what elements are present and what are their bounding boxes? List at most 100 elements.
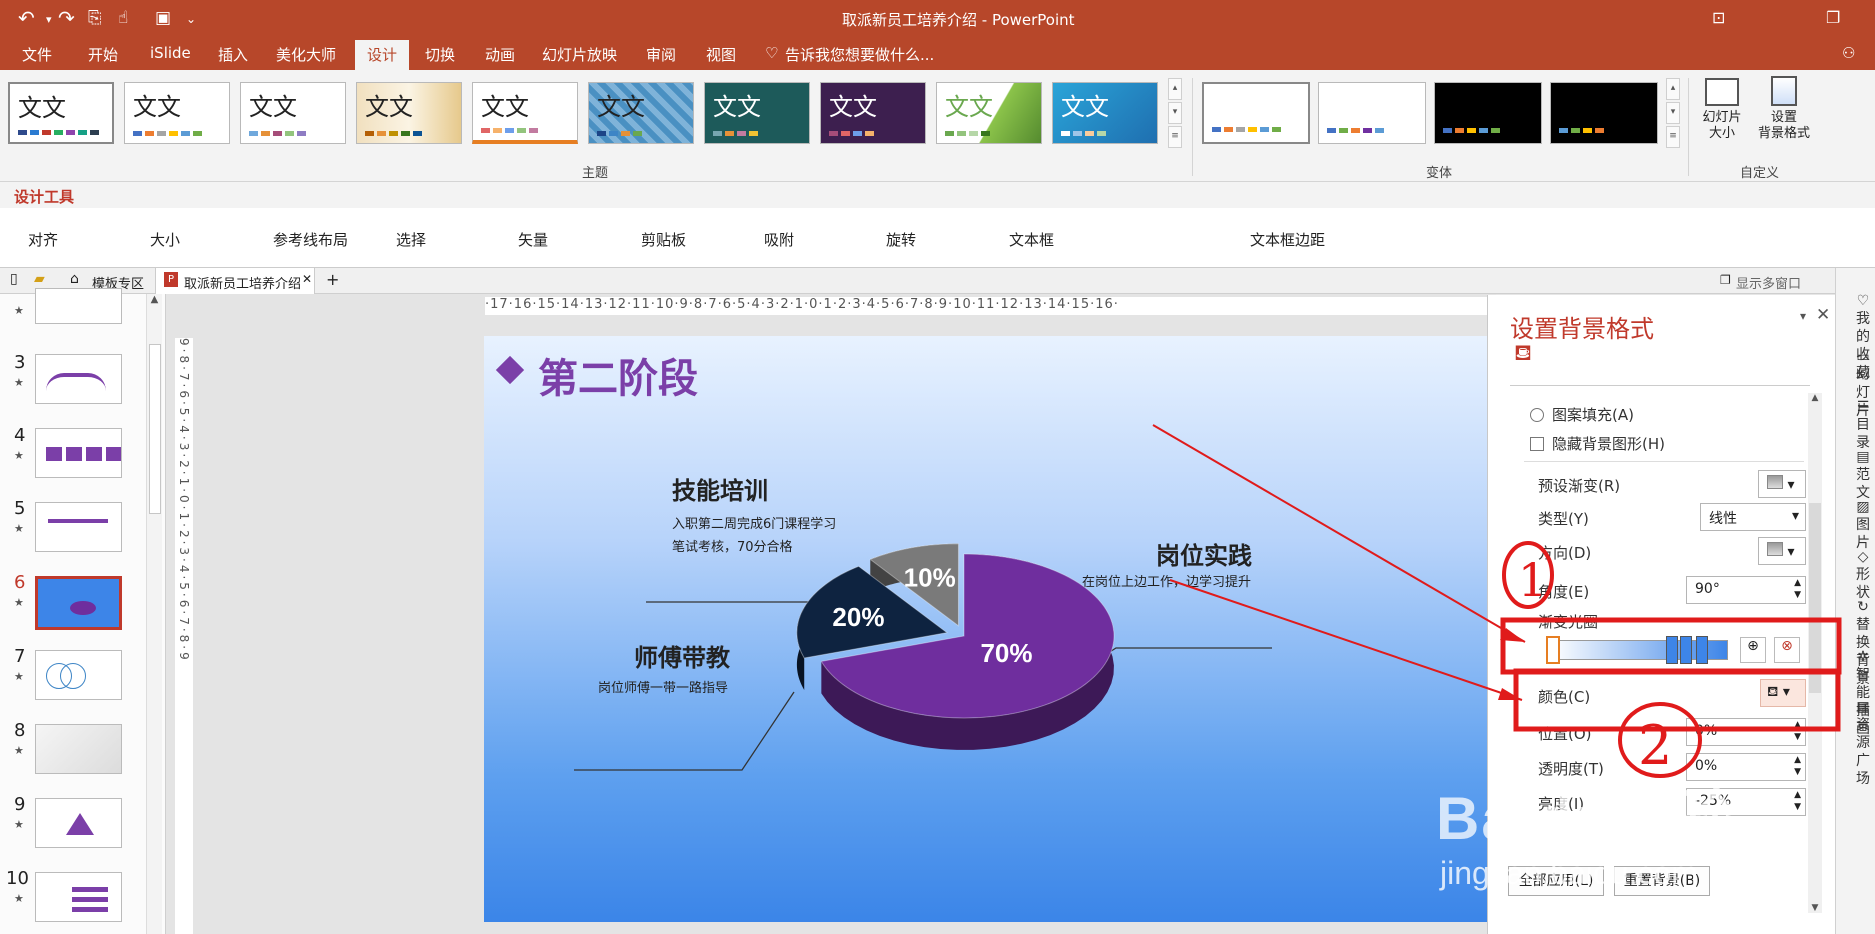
add-tab-icon[interactable]: + [326,270,339,289]
themes-scroll-up-icon[interactable]: ▴ [1168,78,1182,100]
ribbon-display-icon[interactable]: ⊡ [1712,8,1725,27]
scroll-up-icon[interactable]: ▲ [1808,393,1822,403]
menu-animations[interactable]: 动画 [485,44,515,65]
menu-design[interactable]: 设计 [355,40,410,71]
tool-clipboard[interactable]: 剪贴板 [641,229,686,250]
right-strip-item[interactable]: ▨ 图片 [1850,498,1875,552]
customize-toolbar-icon[interactable]: ⌄ [186,12,196,26]
panel-scroll-thumb[interactable] [1809,503,1821,693]
right-strip-item[interactable]: ▦ 资源广场 [1850,698,1875,788]
tab-document[interactable]: P 取派新员工培养介绍 ✕ [155,268,315,294]
new-doc-icon[interactable]: ▯ [10,271,18,287]
theme-3[interactable]: 文文 [240,82,346,144]
menu-home[interactable]: 开始 [88,44,118,65]
spinner-icon[interactable]: ▲ ▼ [1794,577,1801,601]
tool-rotate[interactable]: 旋转 [886,229,916,250]
panel-options-icon[interactable]: ▾ [1800,309,1806,323]
slide-size-button[interactable]: 幻灯片 大小 [1697,76,1747,158]
color-picker-button[interactable]: ⛾ ▾ [1760,679,1806,707]
menu-view[interactable]: 视图 [706,44,736,65]
slide-thumbnail-10[interactable] [35,872,122,922]
slide-thumbnail-4[interactable] [35,428,122,478]
menu-file[interactable]: 文件 [22,44,52,65]
variants-scroll-down-icon[interactable]: ▾ [1666,102,1680,124]
slide-thumbnail-6-selected[interactable] [35,576,122,630]
remove-stop-icon[interactable]: ⊗ [1774,637,1800,663]
position-input[interactable]: 0% ▲ ▼ [1686,718,1806,746]
quick-tool-icon[interactable]: ⎘ [88,8,102,28]
menu-insert[interactable]: 插入 [218,44,248,65]
menu-slideshow[interactable]: 幻灯片放映 [542,44,617,65]
theme-6[interactable]: 文文 [588,82,694,144]
variant-4[interactable] [1550,82,1658,144]
format-background-button[interactable]: 设置 背景格式 [1752,76,1816,158]
gradient-stop-3[interactable] [1680,636,1692,664]
scroll-down-icon[interactable]: ▼ [1808,903,1822,913]
spinner-icon[interactable]: ▲ ▼ [1794,789,1801,813]
variants-more-icon[interactable]: ≡ [1666,126,1680,148]
tool-snap[interactable]: 吸附 [764,229,794,250]
tell-me-search[interactable]: 告诉我您想要做什么... [785,44,934,65]
multi-window-button[interactable]: 显示多窗口 [1736,273,1801,292]
undo-icon[interactable]: ↶ [18,6,35,30]
gradient-stop-1[interactable] [1546,636,1560,664]
slide-thumbnail-7[interactable] [35,650,122,700]
scroll-up-icon[interactable]: ▲ [147,294,162,305]
menu-islide[interactable]: iSlide [150,44,191,62]
menu-beautify[interactable]: 美化大师 [276,44,336,65]
theme-4[interactable]: 文文 [356,82,462,144]
gradient-stop-2[interactable] [1666,636,1678,664]
undo-dropdown-icon[interactable]: ▾ [46,13,52,26]
save-icon[interactable]: ▣ [155,8,171,28]
tool-textbox[interactable]: 文本框 [1009,229,1054,250]
themes-more-icon[interactable]: ≡ [1168,126,1182,148]
menu-transitions[interactable]: 切换 [425,44,455,65]
thumbnail-scroll-thumb[interactable] [149,344,161,514]
type-dropdown[interactable]: 线性 ▾ [1700,503,1806,531]
close-panel-icon[interactable]: ✕ [1816,305,1830,325]
tool-vector[interactable]: 矢量 [518,229,548,250]
theme-2[interactable]: 文文 [124,82,230,144]
right-strip-item[interactable]: ☰ 目录 [1850,398,1875,452]
angle-input[interactable]: 90° ▲ ▼ [1686,576,1806,604]
right-strip-item[interactable]: ◇ 形状 [1850,548,1875,602]
close-tab-icon[interactable]: ✕ [302,272,312,286]
menu-review[interactable]: 审阅 [646,44,676,65]
variant-3[interactable] [1434,82,1542,144]
slide-thumbnail-2[interactable] [35,288,122,324]
variants-scroll-up-icon[interactable]: ▴ [1666,78,1680,100]
direction-dropdown[interactable]: ▾ [1758,537,1806,565]
touch-mode-icon[interactable]: ☝ [118,8,128,28]
slide-thumbnail-5[interactable] [35,502,122,552]
tool-align[interactable]: 对齐 [28,229,58,250]
variant-2[interactable] [1318,82,1426,144]
panel-scrollbar[interactable]: ▲ ▼ [1808,393,1822,913]
restore-window-icon[interactable]: ❐ [1826,8,1840,27]
theme-7[interactable]: 文文 [704,82,810,144]
tool-guides[interactable]: 参考线布局 [273,229,348,250]
slide-thumbnail-8[interactable] [35,724,122,774]
pattern-fill-radio[interactable] [1530,408,1544,422]
gradient-stop-4[interactable] [1696,636,1708,664]
multi-window-icon[interactable]: ❐ [1720,273,1731,287]
themes-scroll-down-icon[interactable]: ▾ [1168,102,1182,124]
hide-bg-graphics-checkbox[interactable] [1530,437,1544,451]
tool-textbox-margin[interactable]: 文本框边距 [1250,229,1325,250]
theme-5[interactable]: 文文 [472,82,578,144]
slide-thumbnail-3[interactable] [35,354,122,404]
pie-chart[interactable]: 70% 20% 10% [484,336,1497,922]
add-stop-icon[interactable]: ⊕ [1740,637,1766,663]
share-icon[interactable]: ⚇ [1842,44,1855,62]
theme-8[interactable]: 文文 [820,82,926,144]
right-strip-item[interactable]: ▤ 范文 [1850,448,1875,502]
variant-1[interactable] [1202,82,1310,144]
theme-9[interactable]: 文文 [936,82,1042,144]
theme-office[interactable]: 文文 [8,82,114,144]
redo-icon[interactable]: ↷ [58,6,75,30]
thumbnail-scrollbar[interactable]: ▲ [146,294,162,934]
tool-size[interactable]: 大小 [150,229,180,250]
home-icon[interactable]: ⌂ [70,271,79,287]
theme-10[interactable]: 文文 [1052,82,1158,144]
fill-bucket-icon[interactable]: ⛾ [1514,341,1532,369]
spinner-icon[interactable]: ▲ ▼ [1794,719,1801,743]
